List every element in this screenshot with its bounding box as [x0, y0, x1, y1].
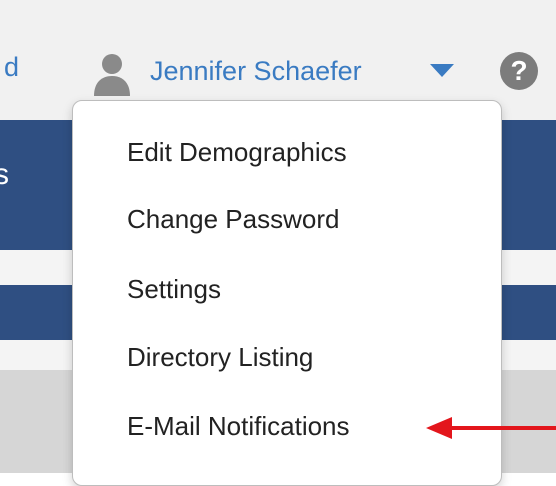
partial-band-text: s: [0, 158, 9, 191]
menu-item-edit-demographics[interactable]: Edit Demographics: [127, 137, 347, 168]
menu-item-change-password[interactable]: Change Password: [127, 204, 339, 235]
user-menu-toggle[interactable]: Jennifer Schaefer: [150, 56, 362, 87]
menu-item-settings[interactable]: Settings: [127, 274, 221, 305]
menu-item-email-notifications[interactable]: E-Mail Notifications: [127, 411, 350, 442]
annotation-arrow-shaft: [450, 426, 556, 430]
menu-item-directory-listing[interactable]: Directory Listing: [127, 342, 313, 373]
caret-down-icon[interactable]: [430, 64, 454, 77]
partial-nav-link[interactable]: d: [4, 52, 19, 83]
user-avatar-icon[interactable]: [92, 52, 132, 96]
question-mark-icon[interactable]: ?: [500, 52, 538, 90]
annotation-arrow-icon: [426, 417, 452, 439]
